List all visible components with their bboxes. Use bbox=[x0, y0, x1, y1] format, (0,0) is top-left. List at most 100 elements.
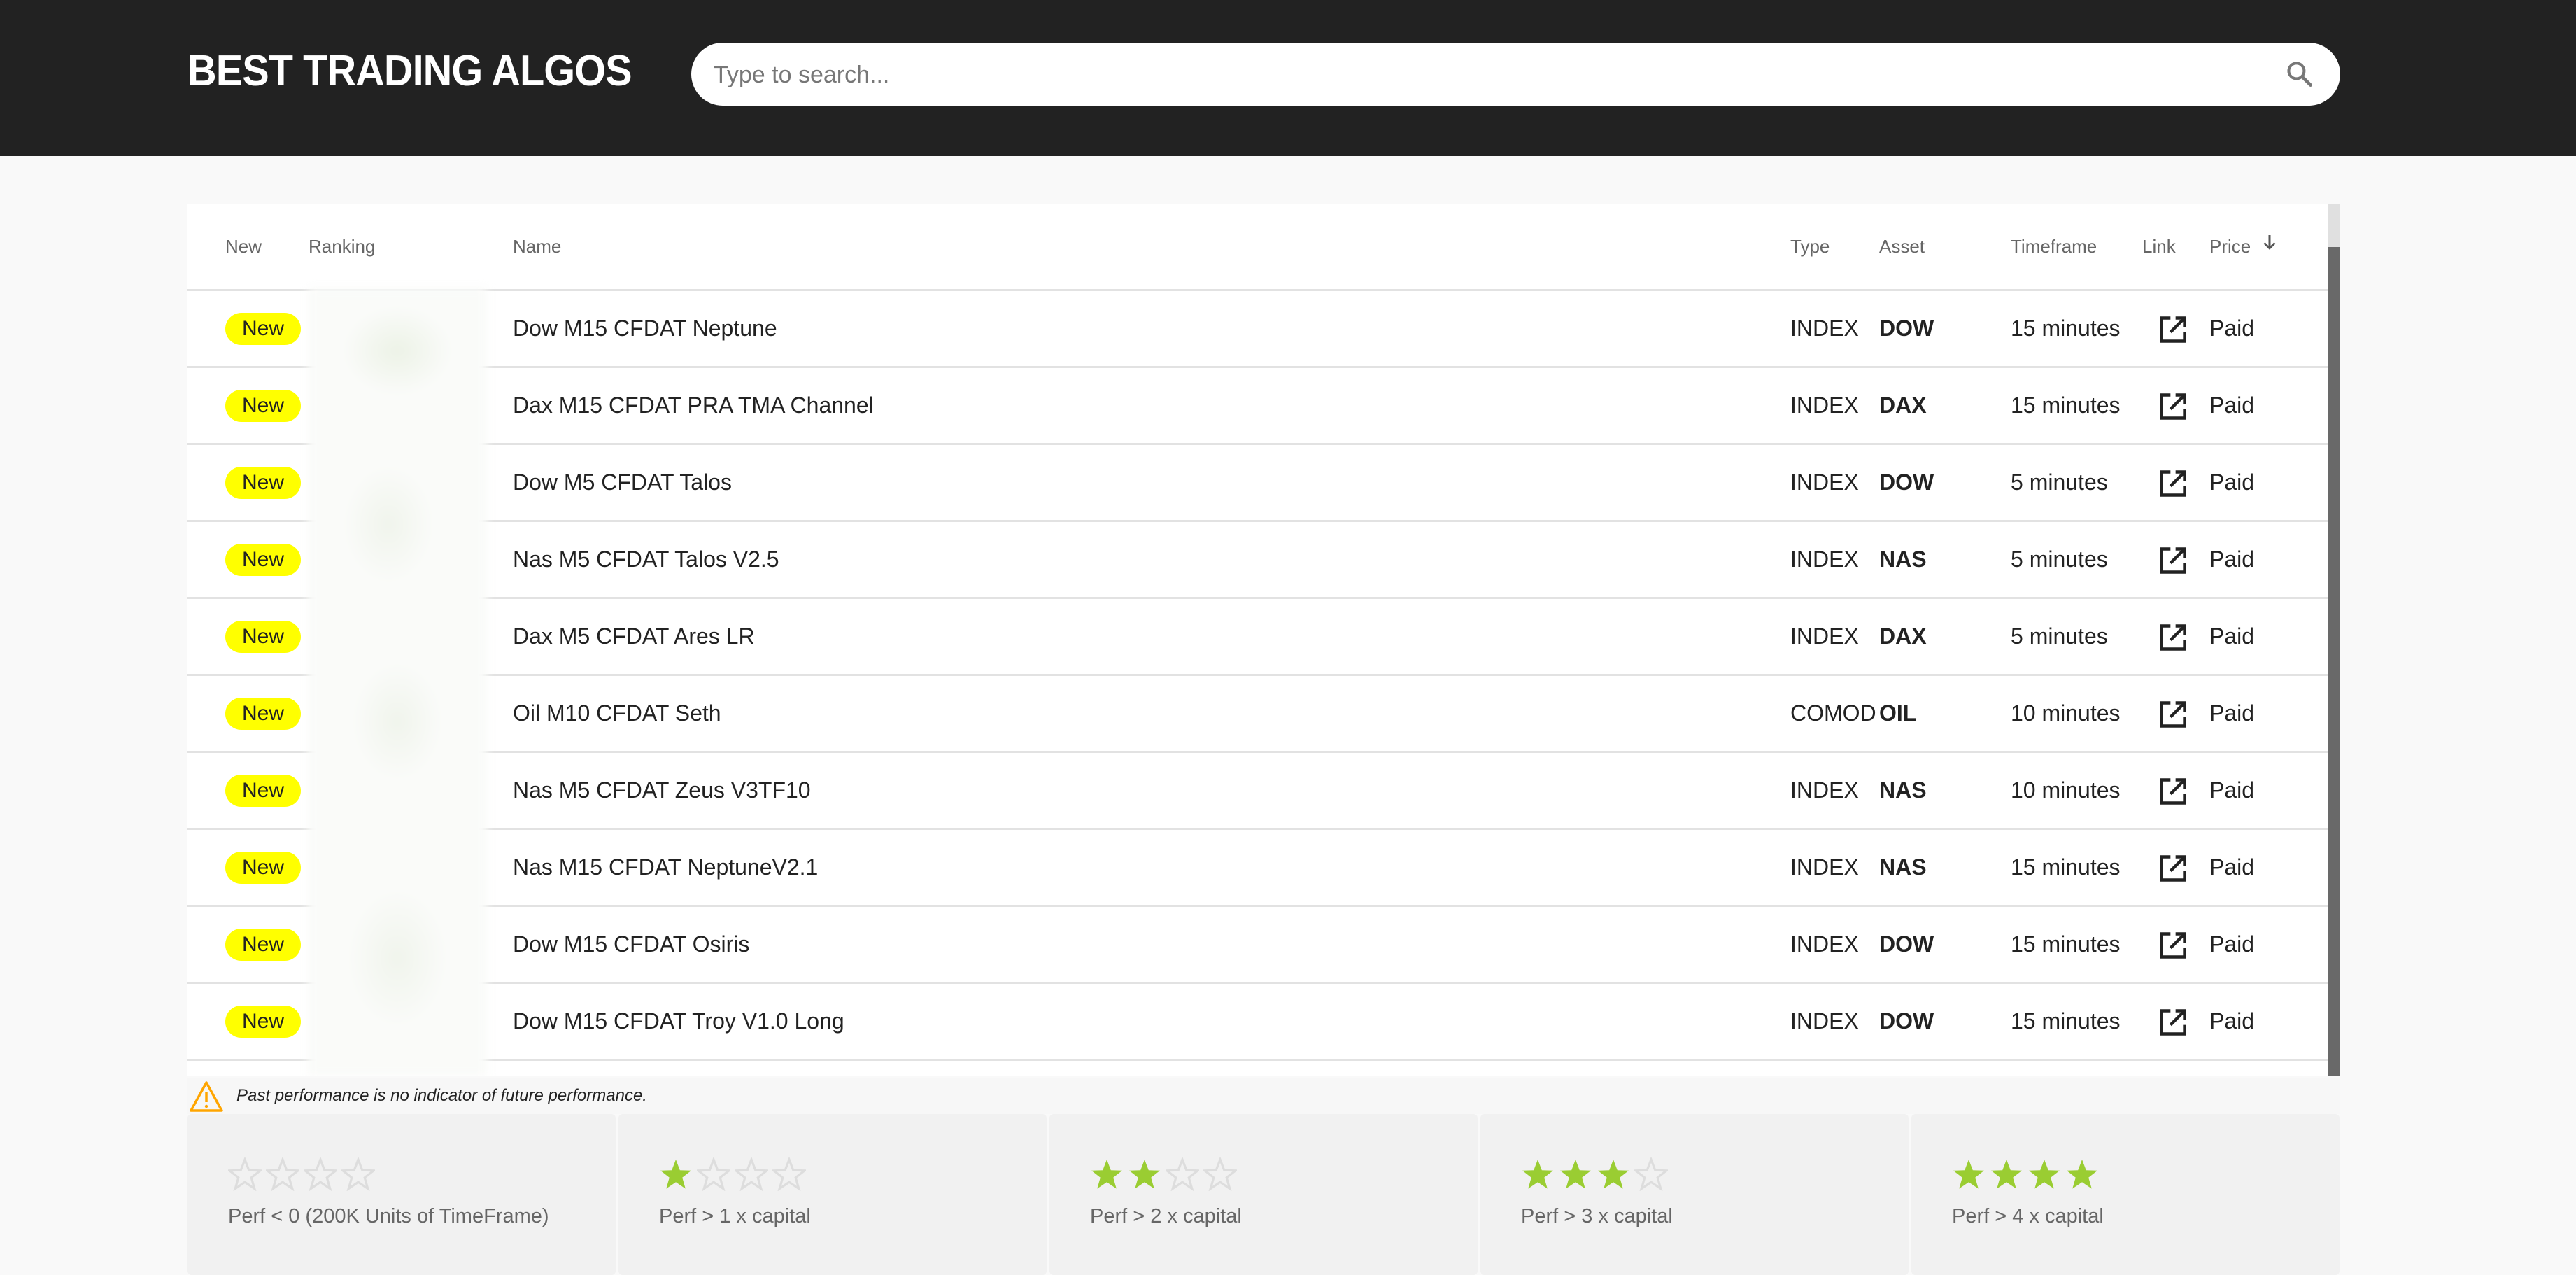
column-header-type[interactable]: Type bbox=[1790, 204, 1830, 289]
algo-asset: OIL bbox=[1879, 700, 1917, 726]
open-in-new-icon[interactable] bbox=[2158, 1007, 2188, 1038]
algo-asset: DAX bbox=[1879, 624, 1927, 649]
open-in-new-icon[interactable] bbox=[2158, 776, 2188, 807]
algo-price: Paid bbox=[2209, 931, 2255, 957]
top-bar: BEST TRADING ALGOS bbox=[0, 0, 2576, 156]
star-empty-icon bbox=[733, 1156, 770, 1195]
algo-name[interactable]: Nas M15 CFDAT NeptuneV2.1 bbox=[513, 830, 818, 905]
open-in-new-icon[interactable] bbox=[2158, 545, 2188, 576]
star-filled-icon bbox=[1990, 1157, 2023, 1195]
new-badge: New bbox=[225, 544, 301, 576]
legend-item: Perf < 0 (200K Units of TimeFrame) bbox=[187, 1114, 616, 1275]
algo-name[interactable]: Dax M15 CFDAT PRA TMA Channel bbox=[513, 368, 874, 443]
column-header-new[interactable]: New bbox=[225, 204, 262, 289]
table-row[interactable]: New Nas M5 CFDAT Zeus V3TF10 INDEX NAS 1… bbox=[187, 753, 2328, 830]
legend-label: Perf < 0 (200K Units of TimeFrame) bbox=[228, 1205, 549, 1227]
star-filled-icon bbox=[1128, 1157, 1161, 1195]
star-empty-icon bbox=[226, 1156, 264, 1195]
table-row[interactable]: New Dax M5 CFDAT Ares LR INDEX DAX 5 min… bbox=[187, 599, 2328, 676]
star-empty-icon bbox=[1163, 1156, 1201, 1195]
open-in-new-icon[interactable] bbox=[2158, 622, 2188, 653]
arrow-down-icon[interactable] bbox=[2259, 204, 2280, 289]
algo-price: Paid bbox=[2209, 624, 2255, 649]
open-in-new-icon[interactable] bbox=[2158, 699, 2188, 730]
star-rating bbox=[226, 1156, 377, 1195]
open-in-new-icon[interactable] bbox=[2158, 468, 2188, 499]
star-filled-icon bbox=[2065, 1157, 2099, 1195]
legend-item: Perf > 1 x capital bbox=[618, 1114, 1047, 1275]
algo-name[interactable]: Dow M15 CFDAT Troy V1.0 Long bbox=[513, 984, 844, 1059]
star-empty-icon bbox=[302, 1156, 339, 1195]
algo-type: INDEX bbox=[1790, 854, 1859, 880]
algo-name[interactable]: Dax M5 CFDAT Ares LR bbox=[513, 599, 755, 674]
algo-timeframe: 15 minutes bbox=[2011, 931, 2121, 957]
algos-table: New Ranking Name Type Asset Timeframe Li… bbox=[187, 204, 2340, 1076]
algo-type: INDEX bbox=[1790, 931, 1859, 957]
new-badge: New bbox=[225, 698, 301, 730]
star-filled-icon bbox=[1090, 1157, 1124, 1195]
algo-name[interactable]: Dow M15 CFDAT Osiris bbox=[513, 907, 749, 982]
search-input[interactable] bbox=[712, 43, 2268, 107]
table-row[interactable]: New Dow M15 CFDAT Osiris INDEX DOW 15 mi… bbox=[187, 907, 2328, 984]
column-header-price[interactable]: Price bbox=[2209, 204, 2280, 289]
column-header-timeframe[interactable]: Timeframe bbox=[2011, 204, 2097, 289]
algo-name[interactable]: Dow M5 CFDAT Talos bbox=[513, 445, 732, 520]
search-icon[interactable] bbox=[2284, 59, 2315, 90]
legend-label: Perf > 2 x capital bbox=[1090, 1205, 1242, 1227]
star-rating bbox=[1952, 1157, 2099, 1195]
algo-asset: DOW bbox=[1879, 316, 1934, 341]
legend-item: Perf > 4 x capital bbox=[1911, 1114, 2340, 1275]
table-row[interactable]: New Nas M5 CFDAT Talos V2.5 INDEX NAS 5 … bbox=[187, 522, 2328, 599]
open-in-new-icon[interactable] bbox=[2158, 391, 2188, 422]
star-empty-icon bbox=[264, 1156, 302, 1195]
legend-label: Perf > 4 x capital bbox=[1952, 1205, 2104, 1227]
algo-asset: NAS bbox=[1879, 777, 1927, 803]
algo-timeframe: 10 minutes bbox=[2011, 700, 2121, 726]
star-filled-icon bbox=[1521, 1157, 1555, 1195]
table-row[interactable]: New Oil M10 CFDAT Seth COMOD OIL 10 minu… bbox=[187, 676, 2328, 753]
new-badge: New bbox=[225, 467, 301, 499]
algo-timeframe: 5 minutes bbox=[2011, 547, 2108, 572]
scrollbar-thumb[interactable] bbox=[2328, 247, 2340, 1076]
algo-asset: DAX bbox=[1879, 393, 1927, 418]
new-badge: New bbox=[225, 929, 301, 961]
algo-name[interactable]: Dow M15 CFDAT Neptune bbox=[513, 291, 777, 366]
open-in-new-icon[interactable] bbox=[2158, 853, 2188, 884]
star-empty-icon bbox=[770, 1156, 808, 1195]
legend-label: Perf > 1 x capital bbox=[659, 1205, 811, 1227]
search-bar[interactable] bbox=[691, 43, 2340, 107]
table-row[interactable]: New Dax M15 CFDAT PRA TMA Channel INDEX … bbox=[187, 368, 2328, 445]
open-in-new-icon[interactable] bbox=[2158, 930, 2188, 961]
ranking-column-obscured bbox=[308, 288, 487, 1076]
algo-name[interactable]: Nas M5 CFDAT Zeus V3TF10 bbox=[513, 753, 811, 828]
open-in-new-icon[interactable] bbox=[2158, 314, 2188, 345]
table-row[interactable]: New Dow M5 CFDAT Talos INDEX DOW 5 minut… bbox=[187, 445, 2328, 522]
algo-type: INDEX bbox=[1790, 624, 1859, 649]
algo-type: INDEX bbox=[1790, 1008, 1859, 1034]
table-row[interactable]: New Dow M15 CFDAT Neptune INDEX DOW 15 m… bbox=[187, 291, 2328, 368]
algo-timeframe: 5 minutes bbox=[2011, 470, 2108, 495]
algo-price: Paid bbox=[2209, 316, 2255, 341]
algo-name[interactable]: Nas M5 CFDAT Talos V2.5 bbox=[513, 522, 779, 597]
column-header-ranking[interactable]: Ranking bbox=[309, 204, 375, 289]
column-header-link[interactable]: Link bbox=[2142, 204, 2176, 289]
algo-asset: DOW bbox=[1879, 931, 1934, 957]
star-rating bbox=[659, 1156, 808, 1195]
star-empty-icon bbox=[339, 1156, 377, 1195]
star-rating bbox=[1521, 1156, 1670, 1195]
column-header-name[interactable]: Name bbox=[513, 204, 561, 289]
table-row[interactable]: New Dow M15 CFDAT Troy V1.0 Long INDEX D… bbox=[187, 984, 2328, 1061]
site-title[interactable]: BEST TRADING ALGOS bbox=[187, 43, 632, 99]
algo-timeframe: 15 minutes bbox=[2011, 316, 2121, 341]
star-rating bbox=[1090, 1156, 1239, 1195]
algo-type: INDEX bbox=[1790, 470, 1859, 495]
disclaimer: Past performance is no indicator of futu… bbox=[187, 1078, 2340, 1114]
table-row[interactable]: New Nas M15 CFDAT NeptuneV2.1 INDEX NAS … bbox=[187, 830, 2328, 907]
star-filled-icon bbox=[659, 1157, 693, 1195]
column-header-asset[interactable]: Asset bbox=[1879, 204, 1925, 289]
algo-timeframe: 15 minutes bbox=[2011, 393, 2121, 418]
algo-timeframe: 5 minutes bbox=[2011, 624, 2108, 649]
star-filled-icon bbox=[1597, 1157, 1630, 1195]
new-badge: New bbox=[225, 775, 301, 807]
algo-name[interactable]: Oil M10 CFDAT Seth bbox=[513, 676, 721, 751]
